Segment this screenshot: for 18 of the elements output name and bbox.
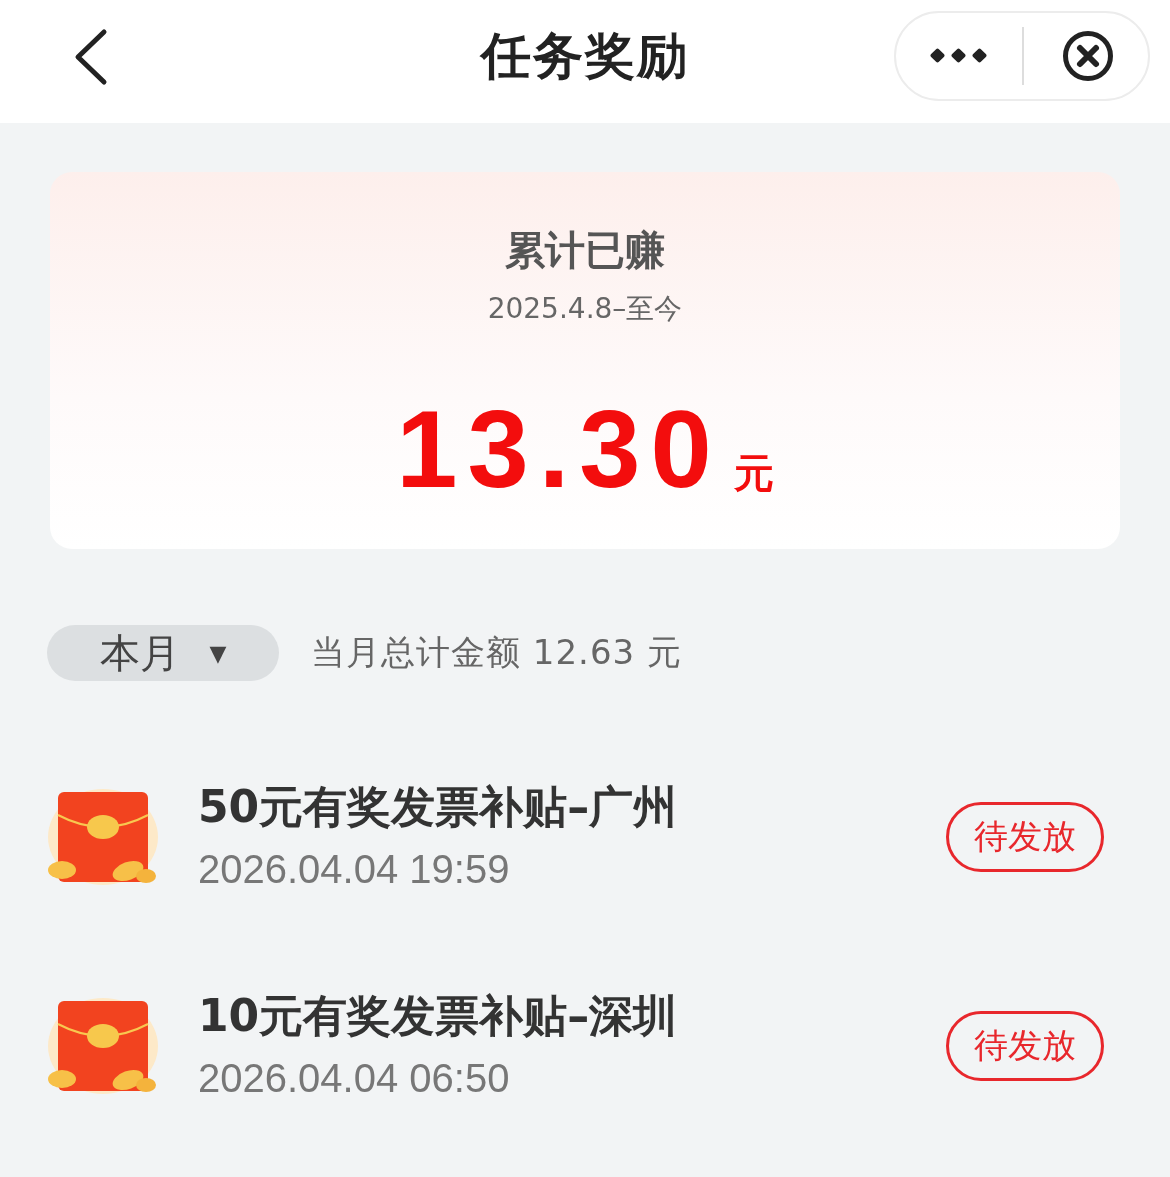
total-amount: 13.30	[396, 394, 722, 504]
month-dropdown[interactable]: 本月 ▼	[47, 625, 279, 681]
status-button[interactable]: 待发放	[946, 1010, 1104, 1081]
dropdown-arrow-icon: ▼	[209, 640, 227, 666]
reward-title: 10元有奖发票补贴–深圳	[198, 988, 679, 1043]
reward-title: 50元有奖发票补贴–广州	[198, 779, 679, 834]
period-text: 2025.4.8–至今	[487, 292, 683, 326]
reward-time: 2026.04.04 06:50	[198, 1054, 511, 1102]
page-title: 任务奖励	[481, 26, 689, 87]
more-icon[interactable]	[930, 48, 988, 64]
month-total-text: 当月总计金额 12.63 元	[311, 631, 682, 674]
status-button[interactable]: 待发放	[946, 801, 1104, 872]
envelope-icon	[48, 786, 158, 887]
total-label: 累计已赚	[505, 226, 665, 275]
close-icon[interactable]	[1062, 30, 1114, 82]
envelope-icon	[48, 995, 158, 1096]
reward-time: 2026.04.04 19:59	[198, 845, 511, 893]
currency-unit: 元	[733, 449, 774, 498]
